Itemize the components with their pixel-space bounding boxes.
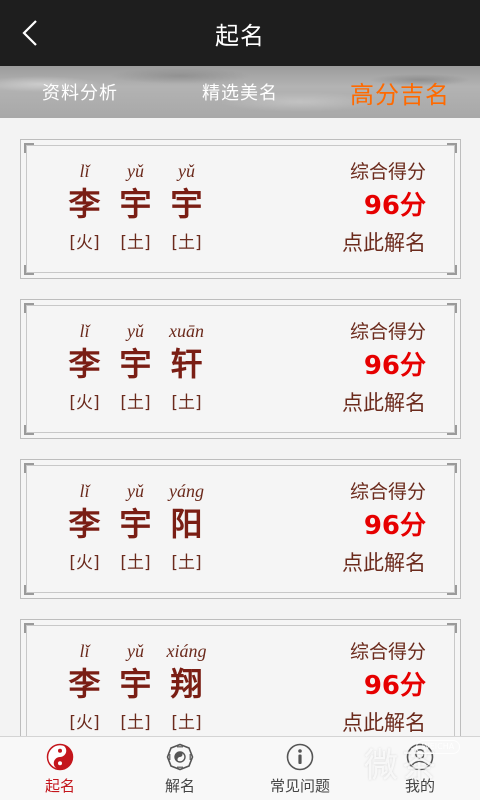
pinyin: lǐ <box>79 161 90 181</box>
char-column: yǔ 宇 [土] <box>110 480 161 576</box>
score-value: 96分 <box>363 511 426 541</box>
pinyin: yǔ <box>127 321 144 341</box>
five-element: [土] <box>171 553 202 573</box>
bagua-icon <box>165 742 195 772</box>
nav-label: 解名 <box>164 776 195 795</box>
bottom-navigation: 起名 解名 常见问题 我的 <box>0 736 480 800</box>
hanzi: 李 <box>68 345 101 383</box>
analyze-name-link[interactable]: 点此解名 <box>342 228 426 258</box>
hanzi: 轩 <box>170 345 203 383</box>
five-element: [土] <box>120 553 151 573</box>
watermark-badge: WEICHA <box>416 740 460 754</box>
pinyin: lǐ <box>79 321 90 341</box>
score-value: 96分 <box>363 671 426 701</box>
nav-label: 起名 <box>44 776 75 795</box>
tab-data-analysis[interactable]: 资料分析 <box>0 79 160 105</box>
name-card[interactable]: lǐ 李 [火] yǔ 宇 [土] xuān 轩 [土] 综合得分 96分 点此… <box>20 299 461 439</box>
info-icon <box>285 742 315 772</box>
char-column: yǔ 宇 [土] <box>110 320 161 416</box>
top-app-bar: 起名 <box>0 0 480 66</box>
score-value: 96分 <box>363 191 426 221</box>
score-value: 96分 <box>363 351 426 381</box>
hanzi: 李 <box>68 505 101 543</box>
five-element: [火] <box>69 393 100 413</box>
analyze-name-link[interactable]: 点此解名 <box>342 388 426 418</box>
hanzi: 阳 <box>170 505 203 543</box>
pinyin: xuān <box>169 321 204 341</box>
hanzi: 宇 <box>119 185 152 223</box>
tab-bar: 资料分析 精选美名 高分吉名 <box>0 66 480 118</box>
char-column: yǔ 宇 [土] <box>161 160 212 256</box>
analyze-name-link[interactable]: 点此解名 <box>342 548 426 578</box>
five-element: [土] <box>120 393 151 413</box>
five-element: [土] <box>171 713 202 733</box>
score-label: 综合得分 <box>349 321 426 343</box>
nav-label: 常见问题 <box>269 776 330 795</box>
score-block: 综合得分 96分 点此解名 <box>342 480 426 578</box>
hanzi: 翔 <box>170 665 203 703</box>
five-element: [土] <box>120 713 151 733</box>
char-column: yǔ 宇 [土] <box>110 160 161 256</box>
five-element: [土] <box>171 393 202 413</box>
page-title: 起名 <box>215 21 265 50</box>
nav-label: 我的 <box>404 776 435 795</box>
char-column: xuān 轩 [土] <box>161 320 212 416</box>
score-label: 综合得分 <box>349 161 426 183</box>
tab-high-score-names[interactable]: 高分吉名 <box>320 75 480 110</box>
five-element: [土] <box>120 233 151 253</box>
pinyin: yáng <box>169 481 204 501</box>
score-label: 综合得分 <box>349 641 426 663</box>
char-column: xiáng 翔 [土] <box>161 640 212 736</box>
name-card[interactable]: lǐ 李 [火] yǔ 宇 [土] xiáng 翔 [土] 综合得分 96分 点… <box>20 619 461 736</box>
nav-naming[interactable]: 起名 <box>0 737 120 800</box>
score-block: 综合得分 96分 点此解名 <box>342 640 426 736</box>
char-column: lǐ 李 [火] <box>59 640 110 736</box>
five-element: [火] <box>69 713 100 733</box>
five-element: [火] <box>69 553 100 573</box>
char-column: lǐ 李 [火] <box>59 160 110 256</box>
pinyin: yǔ <box>178 161 195 181</box>
hanzi: 宇 <box>170 185 203 223</box>
nav-faq[interactable]: 常见问题 <box>240 737 360 800</box>
char-column: lǐ 李 [火] <box>59 320 110 416</box>
yin-yang-icon <box>45 742 75 772</box>
chevron-left-icon <box>22 20 37 46</box>
tab-featured-names[interactable]: 精选美名 <box>160 79 320 105</box>
hanzi: 李 <box>68 185 101 223</box>
hanzi: 宇 <box>119 505 152 543</box>
five-element: [火] <box>69 233 100 253</box>
pinyin: yǔ <box>127 161 144 181</box>
score-label: 综合得分 <box>349 481 426 503</box>
hanzi: 李 <box>68 665 101 703</box>
pinyin: yǔ <box>127 481 144 501</box>
pinyin: lǐ <box>79 481 90 501</box>
name-characters: lǐ 李 [火] yǔ 宇 [土] xuān 轩 [土] <box>59 320 212 416</box>
char-column: lǐ 李 [火] <box>59 480 110 576</box>
name-list[interactable]: lǐ 李 [火] yǔ 宇 [土] yǔ 宇 [土] 综合得分 96分 点此解名 <box>0 118 480 736</box>
score-block: 综合得分 96分 点此解名 <box>342 160 426 258</box>
back-button[interactable] <box>10 13 50 53</box>
analyze-name-link[interactable]: 点此解名 <box>342 708 426 736</box>
hanzi: 宇 <box>119 665 152 703</box>
nav-name-analysis[interactable]: 解名 <box>120 737 240 800</box>
five-element: [土] <box>171 233 202 253</box>
pinyin: lǐ <box>79 641 90 661</box>
score-block: 综合得分 96分 点此解名 <box>342 320 426 418</box>
hanzi: 宇 <box>119 345 152 383</box>
name-characters: lǐ 李 [火] yǔ 宇 [土] xiáng 翔 [土] <box>59 640 212 736</box>
name-card[interactable]: lǐ 李 [火] yǔ 宇 [土] yáng 阳 [土] 综合得分 96分 点此… <box>20 459 461 599</box>
name-card[interactable]: lǐ 李 [火] yǔ 宇 [土] yǔ 宇 [土] 综合得分 96分 点此解名 <box>20 139 461 279</box>
name-characters: lǐ 李 [火] yǔ 宇 [土] yǔ 宇 [土] <box>59 160 212 256</box>
char-column: yǔ 宇 [土] <box>110 640 161 736</box>
pinyin: yǔ <box>127 641 144 661</box>
name-characters: lǐ 李 [火] yǔ 宇 [土] yáng 阳 [土] <box>59 480 212 576</box>
char-column: yáng 阳 [土] <box>161 480 212 576</box>
pinyin: xiáng <box>166 641 207 661</box>
